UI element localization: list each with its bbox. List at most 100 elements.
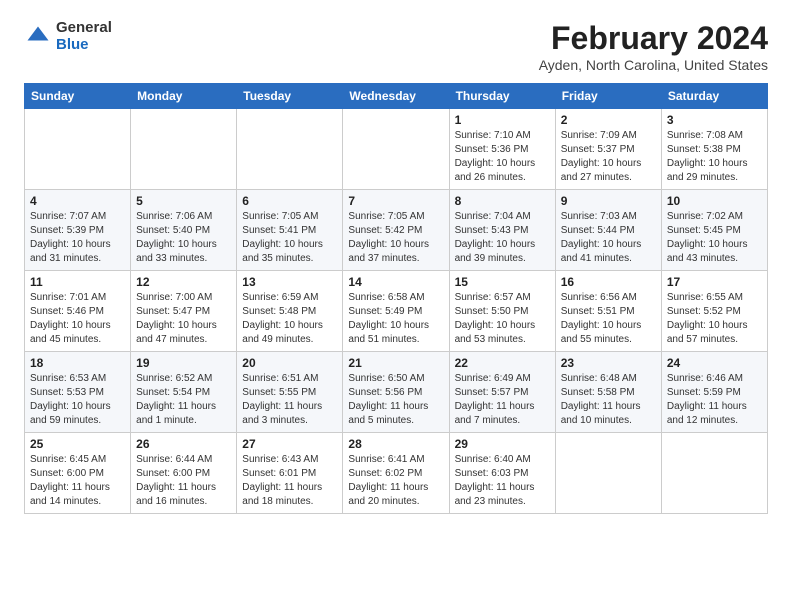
main-title: February 2024 [539,20,768,57]
calendar-cell: 29 Sunrise: 6:40 AM Sunset: 6:03 PM Dayli… [449,433,555,514]
logo: General Blue [24,20,112,53]
calendar-cell: 20 Sunrise: 6:51 AM Sunset: 5:55 PM Dayli… [237,352,343,433]
day-number: 24 [667,356,762,370]
day-number: 15 [455,275,550,289]
day-number: 25 [30,437,125,451]
day-number: 8 [455,194,550,208]
day-detail: Sunrise: 6:41 AM Sunset: 6:02 PM Dayligh… [348,453,443,509]
calendar-cell: 2Sunrise: 7:09 AM Sunset: 5:37 PM Daylig… [555,109,661,190]
logo-blue: Blue [56,37,112,54]
calendar-cell [131,109,237,190]
calendar-cell [25,109,131,190]
calendar-cell: 9Sunrise: 7:03 AM Sunset: 5:44 PM Daylig… [555,190,661,271]
calendar-cell: 17 Sunrise: 6:55 AM Sunset: 5:52 PM Dayli… [661,271,767,352]
calendar-cell: 3 Sunrise: 7:08 AM Sunset: 5:38 PM Daylig… [661,109,767,190]
column-header-saturday: Saturday [661,84,767,109]
calendar-cell: 18 Sunrise: 6:53 AM Sunset: 5:53 PM Dayli… [25,352,131,433]
title-block: February 2024 Ayden, North Carolina, Uni… [539,20,768,73]
calendar-cell: 23Sunrise: 6:48 AM Sunset: 5:58 PM Dayli… [555,352,661,433]
day-number: 3 [667,113,762,127]
calendar-table: SundayMondayTuesdayWednesdayThursdayFrid… [24,83,768,514]
day-detail: Sunrise: 6:58 AM Sunset: 5:49 PM Dayligh… [348,291,443,347]
day-number: 11 [30,275,125,289]
calendar-cell: 8 Sunrise: 7:04 AM Sunset: 5:43 PM Daylig… [449,190,555,271]
column-header-monday: Monday [131,84,237,109]
day-number: 13 [242,275,337,289]
calendar-cell: 28 Sunrise: 6:41 AM Sunset: 6:02 PM Dayli… [343,433,449,514]
day-detail: Sunrise: 6:44 AM Sunset: 6:00 PM Dayligh… [136,453,231,509]
subtitle: Ayden, North Carolina, United States [539,57,768,73]
day-number: 6 [242,194,337,208]
calendar-week-row: 1 Sunrise: 7:10 AM Sunset: 5:36 PM Daylig… [25,109,768,190]
day-detail: Sunrise: 6:51 AM Sunset: 5:55 PM Dayligh… [242,372,337,428]
calendar-cell: 22 Sunrise: 6:49 AM Sunset: 5:57 PM Dayli… [449,352,555,433]
calendar-cell [237,109,343,190]
day-detail: Sunrise: 7:06 AM Sunset: 5:40 PM Dayligh… [136,210,231,266]
day-detail: Sunrise: 6:53 AM Sunset: 5:53 PM Dayligh… [30,372,125,428]
day-number: 14 [348,275,443,289]
column-header-thursday: Thursday [449,84,555,109]
day-number: 27 [242,437,337,451]
calendar-cell: 6Sunrise: 7:05 AM Sunset: 5:41 PM Daylig… [237,190,343,271]
day-detail: Sunrise: 6:50 AM Sunset: 5:56 PM Dayligh… [348,372,443,428]
calendar-cell [661,433,767,514]
day-number: 28 [348,437,443,451]
day-number: 7 [348,194,443,208]
day-detail: Sunrise: 6:40 AM Sunset: 6:03 PM Dayligh… [455,453,550,509]
calendar-week-row: 25 Sunrise: 6:45 AM Sunset: 6:00 PM Dayli… [25,433,768,514]
day-number: 20 [242,356,337,370]
day-number: 1 [455,113,550,127]
day-number: 19 [136,356,231,370]
day-detail: Sunrise: 7:03 AM Sunset: 5:44 PM Dayligh… [561,210,656,266]
day-detail: Sunrise: 6:55 AM Sunset: 5:52 PM Dayligh… [667,291,762,347]
calendar-cell [555,433,661,514]
logo-text: General Blue [56,20,112,53]
column-header-friday: Friday [555,84,661,109]
calendar-week-row: 11Sunrise: 7:01 AM Sunset: 5:46 PM Dayli… [25,271,768,352]
day-detail: Sunrise: 7:04 AM Sunset: 5:43 PM Dayligh… [455,210,550,266]
day-number: 16 [561,275,656,289]
day-number: 5 [136,194,231,208]
day-detail: Sunrise: 7:08 AM Sunset: 5:38 PM Dayligh… [667,129,762,185]
day-number: 17 [667,275,762,289]
calendar-week-row: 4Sunrise: 7:07 AM Sunset: 5:39 PM Daylig… [25,190,768,271]
calendar-cell: 1 Sunrise: 7:10 AM Sunset: 5:36 PM Daylig… [449,109,555,190]
calendar-cell: 14 Sunrise: 6:58 AM Sunset: 5:49 PM Dayli… [343,271,449,352]
calendar-cell: 19 Sunrise: 6:52 AM Sunset: 5:54 PM Dayli… [131,352,237,433]
calendar-header-row: SundayMondayTuesdayWednesdayThursdayFrid… [25,84,768,109]
day-detail: Sunrise: 6:49 AM Sunset: 5:57 PM Dayligh… [455,372,550,428]
day-number: 12 [136,275,231,289]
calendar-cell: 25 Sunrise: 6:45 AM Sunset: 6:00 PM Dayli… [25,433,131,514]
day-number: 4 [30,194,125,208]
day-detail: Sunrise: 6:52 AM Sunset: 5:54 PM Dayligh… [136,372,231,428]
calendar-cell: 7Sunrise: 7:05 AM Sunset: 5:42 PM Daylig… [343,190,449,271]
calendar-cell: 21 Sunrise: 6:50 AM Sunset: 5:56 PM Dayli… [343,352,449,433]
day-number: 29 [455,437,550,451]
calendar-cell: 26 Sunrise: 6:44 AM Sunset: 6:00 PM Dayli… [131,433,237,514]
calendar-cell [343,109,449,190]
logo-general: General [56,20,112,37]
column-header-wednesday: Wednesday [343,84,449,109]
day-detail: Sunrise: 6:43 AM Sunset: 6:01 PM Dayligh… [242,453,337,509]
calendar-cell: 12 Sunrise: 7:00 AM Sunset: 5:47 PM Dayli… [131,271,237,352]
day-detail: Sunrise: 6:48 AM Sunset: 5:58 PM Dayligh… [561,372,656,428]
day-number: 21 [348,356,443,370]
day-number: 22 [455,356,550,370]
day-number: 18 [30,356,125,370]
day-number: 26 [136,437,231,451]
column-header-sunday: Sunday [25,84,131,109]
day-detail: Sunrise: 7:09 AM Sunset: 5:37 PM Dayligh… [561,129,656,185]
day-detail: Sunrise: 6:57 AM Sunset: 5:50 PM Dayligh… [455,291,550,347]
calendar-cell: 11Sunrise: 7:01 AM Sunset: 5:46 PM Dayli… [25,271,131,352]
day-detail: Sunrise: 6:56 AM Sunset: 5:51 PM Dayligh… [561,291,656,347]
calendar-cell: 4Sunrise: 7:07 AM Sunset: 5:39 PM Daylig… [25,190,131,271]
day-detail: Sunrise: 7:00 AM Sunset: 5:47 PM Dayligh… [136,291,231,347]
day-detail: Sunrise: 7:02 AM Sunset: 5:45 PM Dayligh… [667,210,762,266]
day-detail: Sunrise: 6:46 AM Sunset: 5:59 PM Dayligh… [667,372,762,428]
day-detail: Sunrise: 6:59 AM Sunset: 5:48 PM Dayligh… [242,291,337,347]
day-detail: Sunrise: 7:10 AM Sunset: 5:36 PM Dayligh… [455,129,550,185]
calendar-week-row: 18 Sunrise: 6:53 AM Sunset: 5:53 PM Dayli… [25,352,768,433]
calendar-cell: 16 Sunrise: 6:56 AM Sunset: 5:51 PM Dayli… [555,271,661,352]
day-detail: Sunrise: 6:45 AM Sunset: 6:00 PM Dayligh… [30,453,125,509]
calendar-cell: 10Sunrise: 7:02 AM Sunset: 5:45 PM Dayli… [661,190,767,271]
